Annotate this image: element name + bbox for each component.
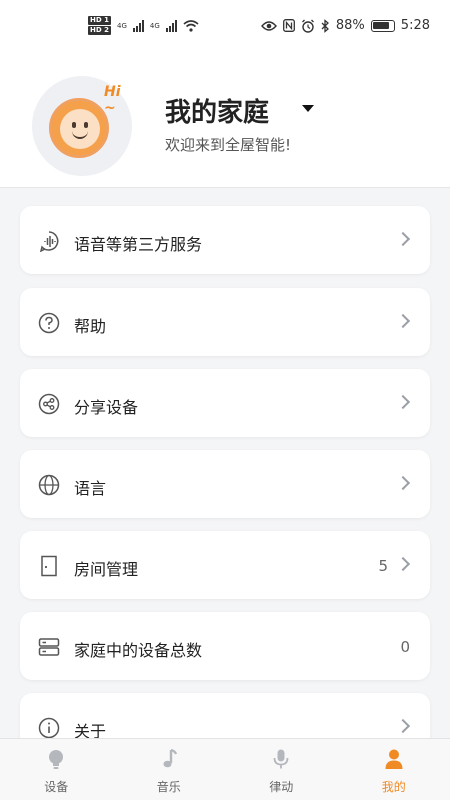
- avatar[interactable]: Hi ~: [32, 76, 132, 176]
- help-icon: [38, 312, 60, 334]
- menu-item-label: 家庭中的设备总数: [74, 641, 203, 660]
- door-icon: [41, 555, 57, 577]
- person-icon: [385, 749, 403, 769]
- eye-icon: [260, 20, 277, 31]
- eye-right: [84, 122, 88, 128]
- network-type-1: 4G: [116, 22, 127, 30]
- menu-item-room-management[interactable]: 房间管理 5: [20, 531, 430, 599]
- menu-item-share-device[interactable]: 分享设备: [20, 369, 430, 437]
- menu-item-device-total: 家庭中的设备总数 0: [20, 612, 430, 680]
- tab-music[interactable]: 音乐: [113, 739, 226, 800]
- tab-label: 音乐: [156, 780, 181, 794]
- menu-item-label: 分享设备: [74, 398, 139, 417]
- globe-icon: [38, 474, 60, 496]
- chevron-right-icon: [395, 556, 411, 572]
- room-count: 5: [378, 557, 388, 575]
- tab-rhythm[interactable]: 律动: [225, 739, 338, 800]
- menu-item-voice-service[interactable]: 语音等第三方服务: [20, 206, 430, 274]
- tab-label: 我的: [381, 780, 406, 794]
- voice-service-icon: [39, 231, 59, 252]
- music-note-icon: [163, 748, 177, 768]
- family-header: Hi ~ 我的家庭 欢迎来到全屋智能!: [0, 56, 450, 188]
- nfc-icon: [282, 19, 295, 32]
- status-right: 88% 5:28: [260, 18, 430, 33]
- battery-icon: [370, 19, 395, 32]
- hd-indicator: HD 1 HD 2: [88, 16, 111, 36]
- bulb-icon: [49, 750, 64, 769]
- share-icon: [38, 393, 60, 415]
- battery-percent: 88%: [335, 18, 365, 33]
- info-icon: [38, 717, 60, 739]
- chevron-right-icon: [395, 718, 411, 734]
- bottom-nav: 设备 音乐 律动 我的: [0, 738, 450, 800]
- device-count: 0: [400, 638, 410, 656]
- devices-icon: [38, 638, 60, 656]
- signal-icon: [132, 20, 144, 32]
- wifi-icon: [183, 20, 199, 32]
- clock: 5:28: [400, 18, 430, 33]
- menu-item-label: 房间管理: [74, 560, 139, 579]
- status-left: HD 1 HD 2 4G 4G: [88, 16, 199, 36]
- chevron-right-icon: [395, 475, 411, 491]
- tab-label: 设备: [44, 780, 69, 794]
- menu-item-label: 帮助: [74, 317, 107, 336]
- chevron-right-icon: [395, 394, 411, 410]
- eye-left: [72, 122, 76, 128]
- network-type-2: 4G: [149, 22, 160, 30]
- tab-label: 律动: [269, 780, 294, 794]
- avatar-greeting: Hi ~: [104, 84, 121, 116]
- chevron-right-icon: [395, 313, 411, 329]
- status-bar: HD 1 HD 2 4G 4G 88% 5:28: [0, 0, 450, 56]
- menu-item-language[interactable]: 语言: [20, 450, 430, 518]
- hd1-badge: HD 1: [88, 16, 111, 25]
- menu-item-label: 语音等第三方服务: [74, 235, 203, 254]
- microphone-icon: [273, 749, 289, 769]
- welcome-text: 欢迎来到全屋智能!: [165, 136, 292, 154]
- family-name[interactable]: 我的家庭: [165, 92, 269, 129]
- tab-devices[interactable]: 设备: [0, 739, 113, 800]
- menu-item-help[interactable]: 帮助: [20, 288, 430, 356]
- signal-icon-2: [165, 20, 177, 32]
- mascot-face-icon: [49, 98, 109, 158]
- chevron-right-icon: [395, 231, 411, 247]
- bluetooth-icon: [321, 18, 329, 33]
- mouth: [72, 131, 88, 139]
- tab-mine[interactable]: 我的: [338, 739, 450, 800]
- family-switch-caret-icon[interactable]: [302, 105, 314, 112]
- alarm-icon: [301, 19, 314, 33]
- hd2-badge: HD 2: [88, 26, 111, 35]
- menu-item-label: 语言: [74, 479, 107, 498]
